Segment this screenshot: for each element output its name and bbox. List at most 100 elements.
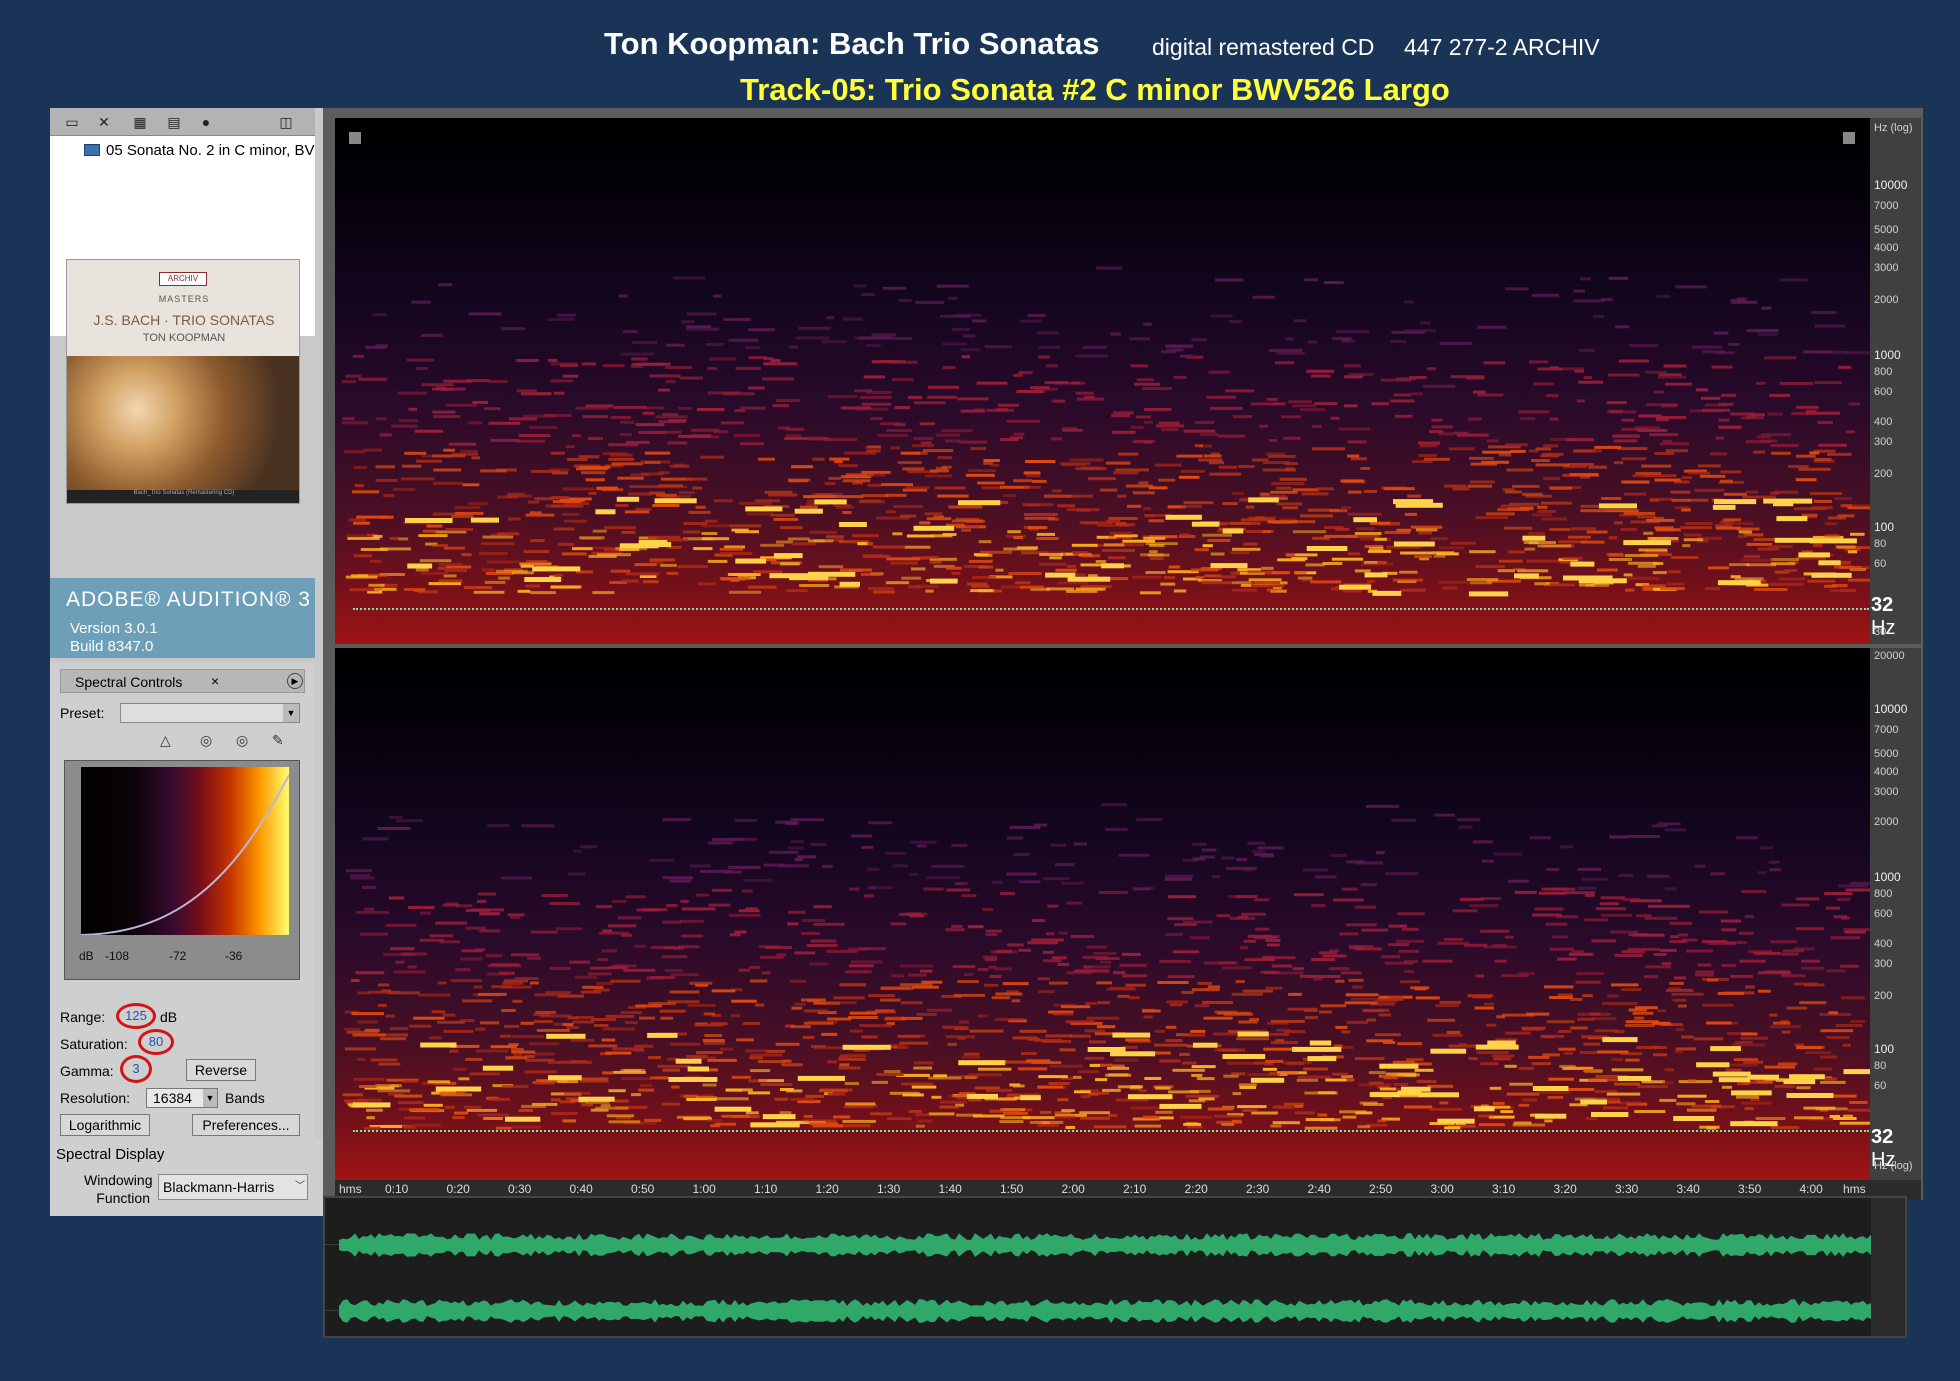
cd-icon[interactable]: ▤	[164, 114, 184, 130]
freq-tick: 600	[1874, 386, 1893, 398]
scale-tick: -108	[105, 949, 130, 963]
freq-tick: 200	[1874, 990, 1893, 1002]
chevron-down-icon[interactable]: ▼	[203, 1089, 217, 1107]
view-options-icon[interactable]: ◫	[276, 114, 296, 130]
album-title: Ton Koopman: Bach Trio Sonatas	[604, 26, 1100, 61]
brush-tool-icon[interactable]: ✎	[272, 732, 284, 749]
spectrogram-right-channel[interactable]	[335, 648, 1871, 1180]
time-tick: hms	[339, 1182, 362, 1196]
spectral-notes	[342, 803, 1871, 1130]
axis-unit-label: Hz (log)	[1874, 122, 1913, 134]
logarithmic-button[interactable]: Logarithmic	[60, 1114, 150, 1136]
app-build: Build 8347.0	[70, 638, 154, 655]
chevron-down-icon[interactable]: ▼	[283, 704, 299, 722]
panel-menu-icon[interactable]: ▶	[287, 673, 303, 689]
freq-tick: 400	[1874, 938, 1893, 950]
import-icon[interactable]: ▦	[130, 114, 150, 130]
time-tick: 4:00	[1799, 1182, 1823, 1196]
time-tick: 1:50	[1000, 1182, 1024, 1196]
time-tick: 1:30	[877, 1182, 901, 1196]
preset-label: Preset:	[60, 705, 105, 721]
reverse-button[interactable]: Reverse	[186, 1059, 256, 1081]
files-toolbar: ▭ ✕ ▦ ▤ ● ◫	[50, 108, 315, 136]
gamma-curve	[81, 774, 289, 935]
resolution-select[interactable]: 16384 ▼	[146, 1088, 218, 1108]
lasso-tool-icon[interactable]: ◎	[236, 732, 248, 749]
freq-tick: 7000	[1874, 200, 1899, 212]
marker-frequency-label: 32 Hz	[1871, 1126, 1896, 1171]
file-item[interactable]: 05 Sonata No. 2 in C minor, BV	[106, 142, 336, 159]
time-tick: 3:20	[1553, 1182, 1577, 1196]
time-tick: 1:00	[692, 1182, 716, 1196]
marker-frequency-label: 32 Hz	[1871, 594, 1896, 639]
range-label: Range:	[60, 1009, 106, 1025]
preferences-button[interactable]: Preferences...	[192, 1114, 300, 1136]
freq-tick: 5000	[1874, 748, 1899, 760]
saturation-input[interactable]: 80	[138, 1029, 174, 1055]
tab-label: Spectral Controls	[75, 674, 183, 690]
cover-painting	[67, 356, 299, 490]
time-tick: hms	[1843, 1182, 1866, 1196]
spectral-display-panel: Spectral Display Windowing Function Blac…	[50, 1138, 325, 1216]
freq-tick: 10000	[1874, 178, 1908, 192]
time-tick: 1:10	[754, 1182, 778, 1196]
freq-tick: 400	[1874, 416, 1893, 428]
saturation-label: Saturation:	[60, 1036, 128, 1052]
time-tick: 3:10	[1492, 1182, 1516, 1196]
time-tick: 0:10	[385, 1182, 409, 1196]
resize-handle-icon[interactable]	[349, 132, 361, 144]
time-tick: 2:40	[1307, 1182, 1331, 1196]
scale-tick: -36	[225, 949, 243, 963]
gamma-input[interactable]: 3	[120, 1055, 152, 1083]
frequency-marker-line	[353, 608, 1869, 610]
marquee-tool-icon[interactable]: △	[160, 732, 171, 749]
record-icon[interactable]: ●	[196, 114, 216, 130]
amplitude-ruler	[1871, 1198, 1905, 1336]
page-header: Ton Koopman: Bach Trio Sonatas digital r…	[0, 20, 1960, 120]
waveform-right	[339, 1299, 1871, 1323]
close-file-icon[interactable]: ✕	[94, 114, 114, 130]
tab-spectral-controls[interactable]: Spectral Controls × ▶	[60, 669, 305, 693]
waveform-left	[339, 1233, 1871, 1257]
time-tick: 1:40	[938, 1182, 962, 1196]
freq-tick: 20000	[1874, 650, 1905, 662]
spectral-display-title: Spectral Display	[56, 1146, 165, 1163]
range-input[interactable]: 125	[116, 1003, 156, 1029]
waveform-overview[interactable]	[323, 1196, 1907, 1338]
freq-tick: 300	[1874, 958, 1893, 970]
preset-select[interactable]: ▼	[120, 703, 300, 723]
freq-tick: 10000	[1874, 702, 1908, 716]
freq-tick: 3000	[1874, 262, 1899, 274]
lasso-tool-icon[interactable]: ◎	[200, 732, 212, 749]
freq-tick: 100	[1874, 520, 1895, 534]
time-tick: 2:00	[1061, 1182, 1085, 1196]
freq-tick: 80	[1874, 1060, 1887, 1072]
scale-tick: -72	[169, 949, 187, 963]
freq-tick: 60	[1874, 1080, 1887, 1092]
freq-tick: 300	[1874, 436, 1893, 448]
freq-tick: 4000	[1874, 766, 1899, 778]
spectral-view: Hz (log) 10000 7000 5000 4000 3000 2000 …	[323, 108, 1923, 1200]
time-tick: 2:10	[1123, 1182, 1147, 1196]
resize-handle-icon[interactable]	[1843, 132, 1855, 144]
freq-tick: 5000	[1874, 224, 1899, 236]
windowing-function-select[interactable]: Blackmann-Harris ﹀	[158, 1174, 308, 1200]
time-tick: 1:20	[815, 1182, 839, 1196]
audio-file-icon	[84, 144, 100, 156]
left-panel: ▭ ✕ ▦ ▤ ● ◫ 05 Sonata No. 2 in C minor, …	[50, 108, 325, 1216]
time-tick: 3:50	[1738, 1182, 1762, 1196]
edition-label: digital remastered CD	[1152, 34, 1375, 60]
freq-tick: 600	[1874, 908, 1893, 920]
color-gradient-preview: dB -108 -72 -36	[64, 760, 300, 980]
time-tick: 2:20	[1184, 1182, 1208, 1196]
spectral-controls-panel: Spectral Controls × ▶ Preset: ▼ △ ◎ ◎ ✎ …	[50, 663, 315, 1138]
open-file-icon[interactable]: ▭	[62, 114, 82, 130]
windowing-label: Windowing	[84, 1172, 153, 1188]
spectrogram-left-channel[interactable]	[335, 118, 1871, 644]
frequency-ruler-top: Hz (log) 10000 7000 5000 4000 3000 2000 …	[1870, 118, 1921, 644]
freq-tick: 800	[1874, 366, 1893, 378]
chevron-down-icon[interactable]: ﹀	[295, 1175, 305, 1199]
cover-title: J.S. BACH · TRIO SONATAS	[93, 312, 275, 328]
album-cover: ARCHIV MASTERS J.S. BACH · TRIO SONATAS …	[66, 259, 300, 504]
close-icon[interactable]: ×	[211, 673, 219, 689]
